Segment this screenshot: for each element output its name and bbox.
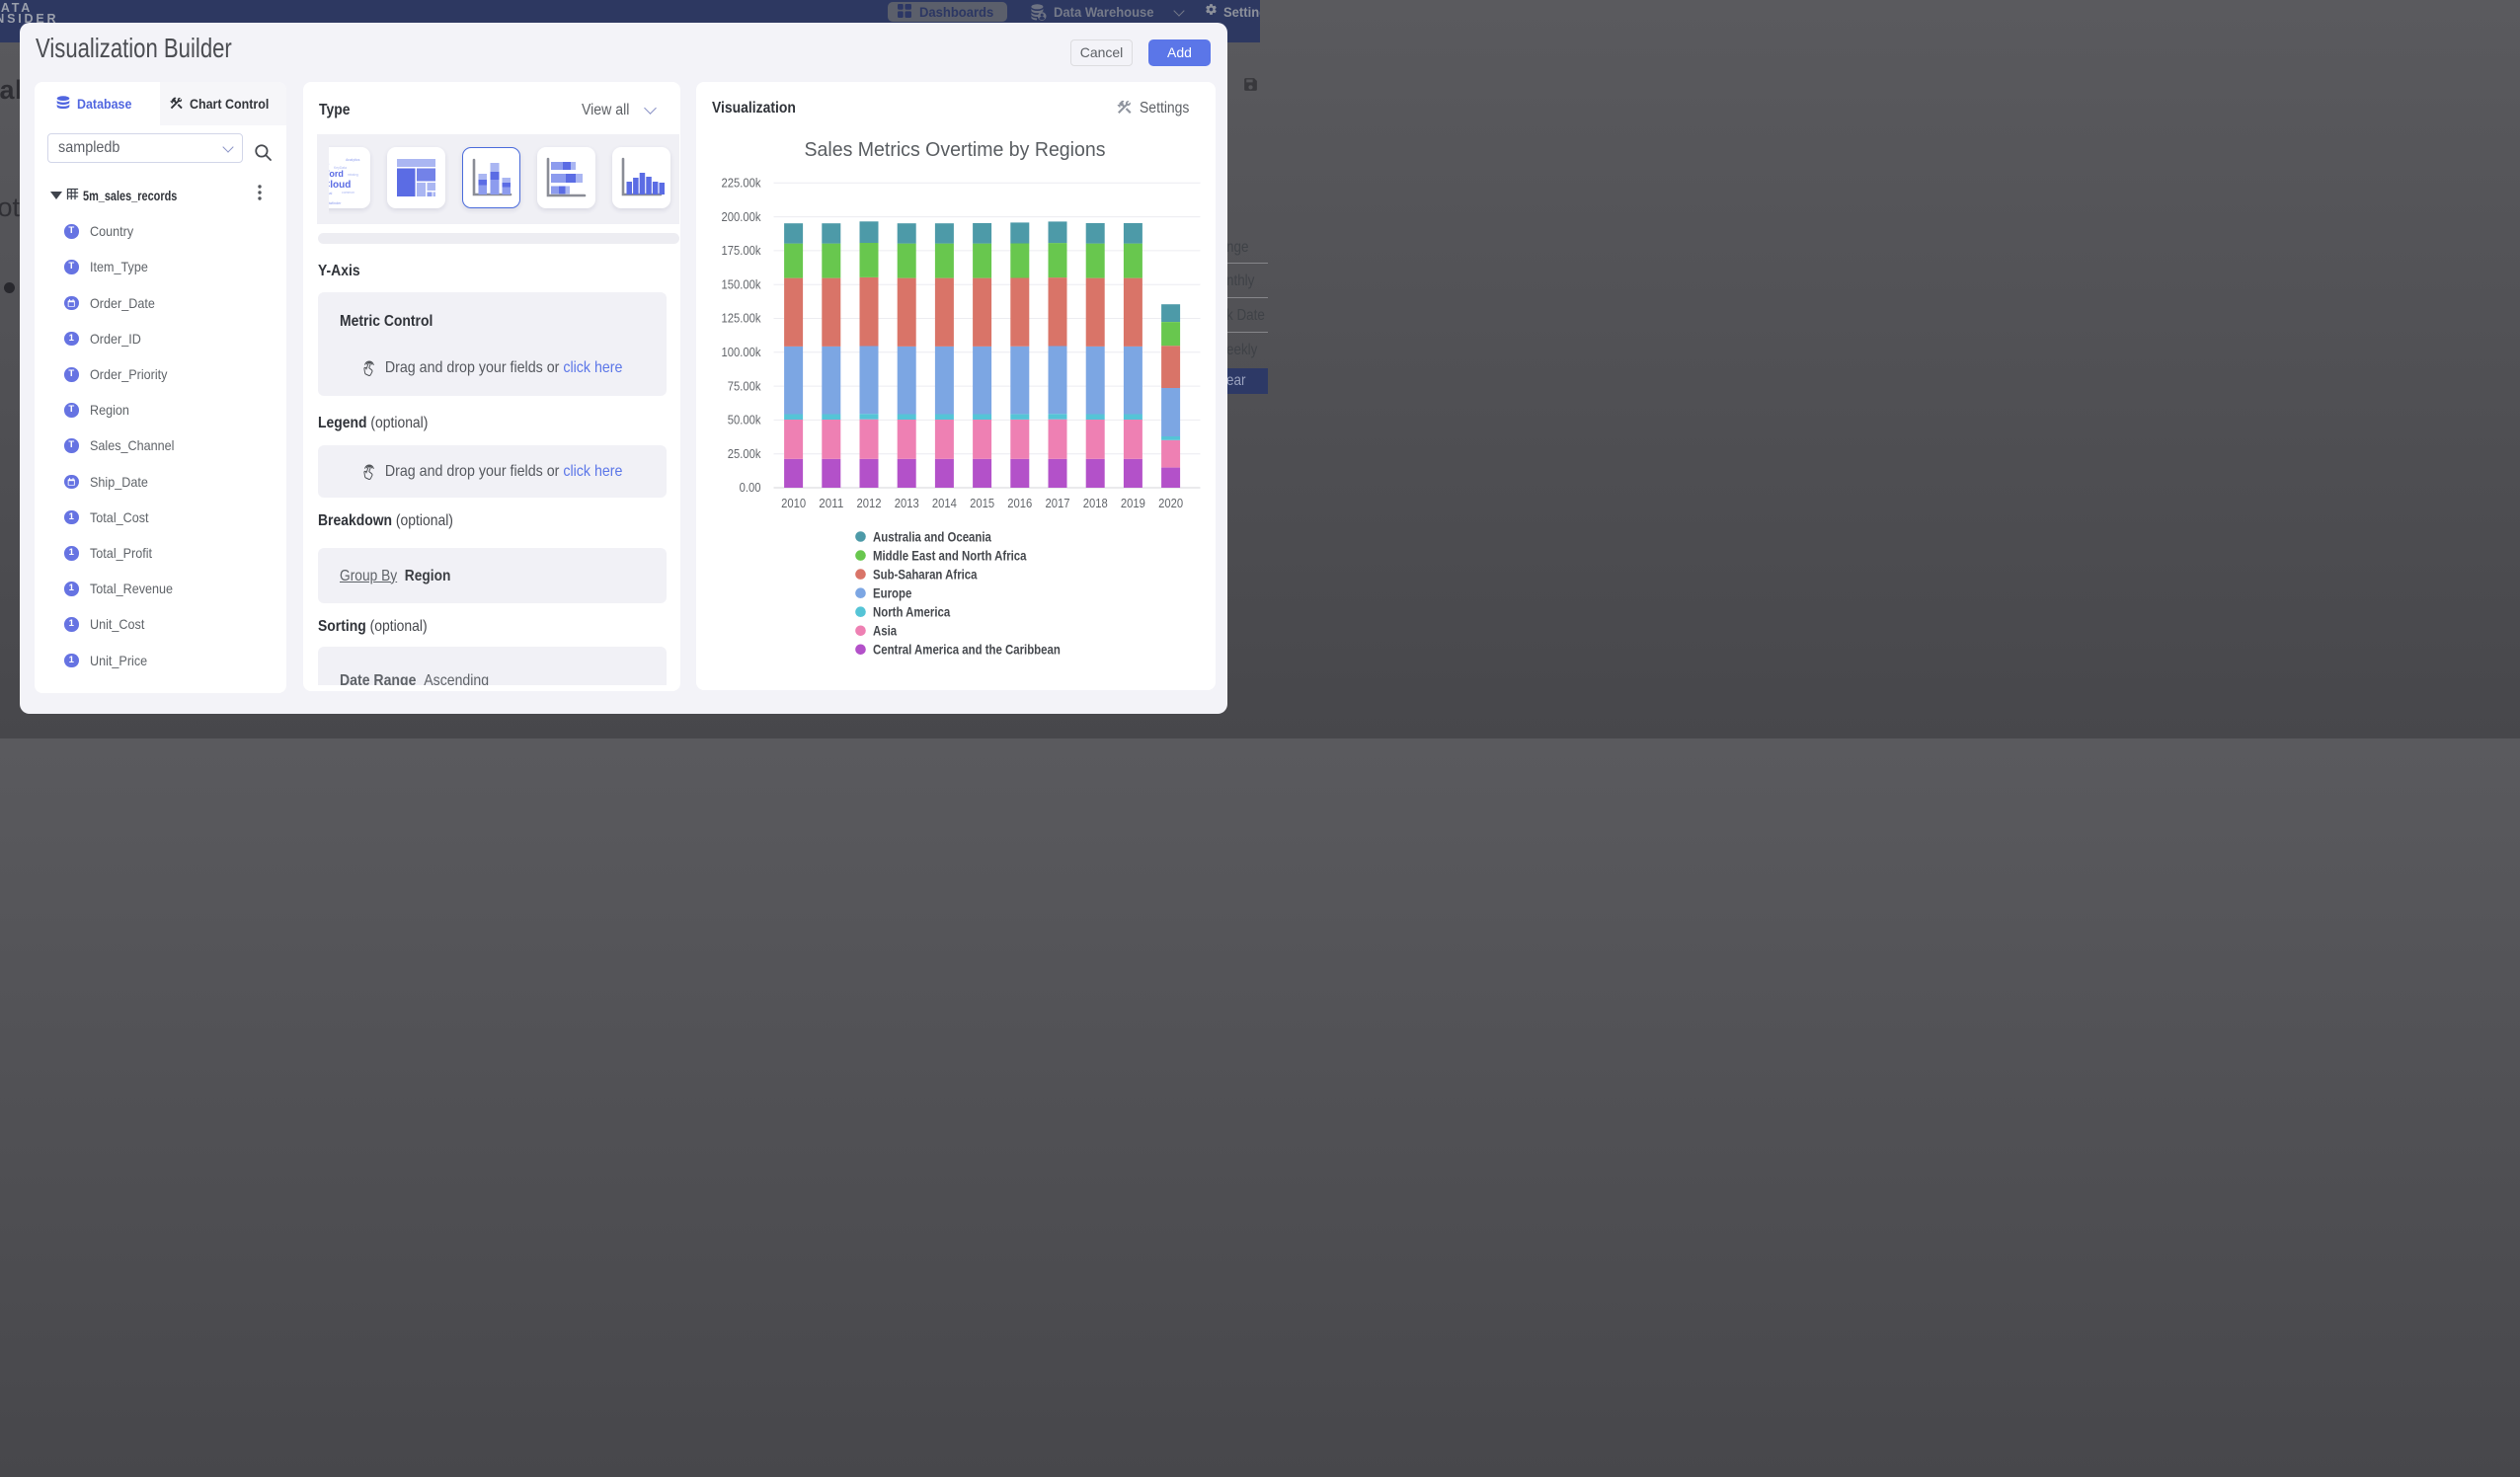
svg-text:iness: iness	[329, 161, 330, 166]
svg-text:2018: 2018	[1082, 496, 1107, 510]
svg-text:150.00k: 150.00k	[721, 276, 760, 291]
svg-text:2020: 2020	[1158, 496, 1183, 510]
svg-text:2017: 2017	[1045, 496, 1069, 510]
svg-text:200.00k: 200.00k	[721, 209, 760, 224]
svg-text:0.00: 0.00	[739, 480, 760, 495]
svg-text:Cloud: Cloud	[329, 180, 352, 191]
svg-text:50.00k: 50.00k	[727, 413, 760, 428]
svg-text:225.00k: 225.00k	[721, 176, 760, 191]
svg-text:Sub-Saharan Africa: Sub-Saharan Africa	[873, 566, 978, 582]
svg-text:2011: 2011	[819, 496, 843, 510]
svg-text:Australia and Oceania: Australia and Oceania	[873, 528, 991, 544]
svg-text:missing: missing	[348, 173, 358, 177]
svg-text:2019: 2019	[1120, 496, 1144, 510]
svg-text:Datafinder: Datafinder	[329, 201, 343, 205]
svg-text:25.00k: 25.00k	[727, 446, 760, 461]
svg-text:175.00k: 175.00k	[721, 243, 760, 258]
svg-text:North America: North America	[873, 604, 950, 620]
svg-text:common: common	[342, 191, 354, 194]
svg-text:75.00k: 75.00k	[727, 378, 760, 393]
svg-text:Sales Metrics Overtime by Regi: Sales Metrics Overtime by Regions	[804, 138, 1105, 161]
svg-text:2013: 2013	[894, 496, 918, 510]
svg-text:Word: Word	[329, 169, 344, 179]
svg-text:Social: Social	[329, 192, 333, 195]
svg-text:2012: 2012	[856, 496, 881, 510]
svg-text:Central America and the Caribb: Central America and the Caribbean	[873, 642, 1061, 658]
svg-text:Asia: Asia	[873, 623, 897, 639]
svg-text:100.00k: 100.00k	[721, 345, 760, 359]
svg-text:2016: 2016	[1007, 496, 1032, 510]
svg-text:Europe: Europe	[873, 585, 911, 601]
svg-text:Analytics: Analytics	[346, 158, 360, 162]
svg-text:125.00k: 125.00k	[721, 311, 760, 326]
svg-text:2010: 2010	[781, 496, 806, 510]
svg-text:2015: 2015	[970, 496, 994, 510]
svg-text:Middle East and North Africa: Middle East and North Africa	[873, 547, 1027, 563]
svg-text:2014: 2014	[931, 496, 956, 510]
